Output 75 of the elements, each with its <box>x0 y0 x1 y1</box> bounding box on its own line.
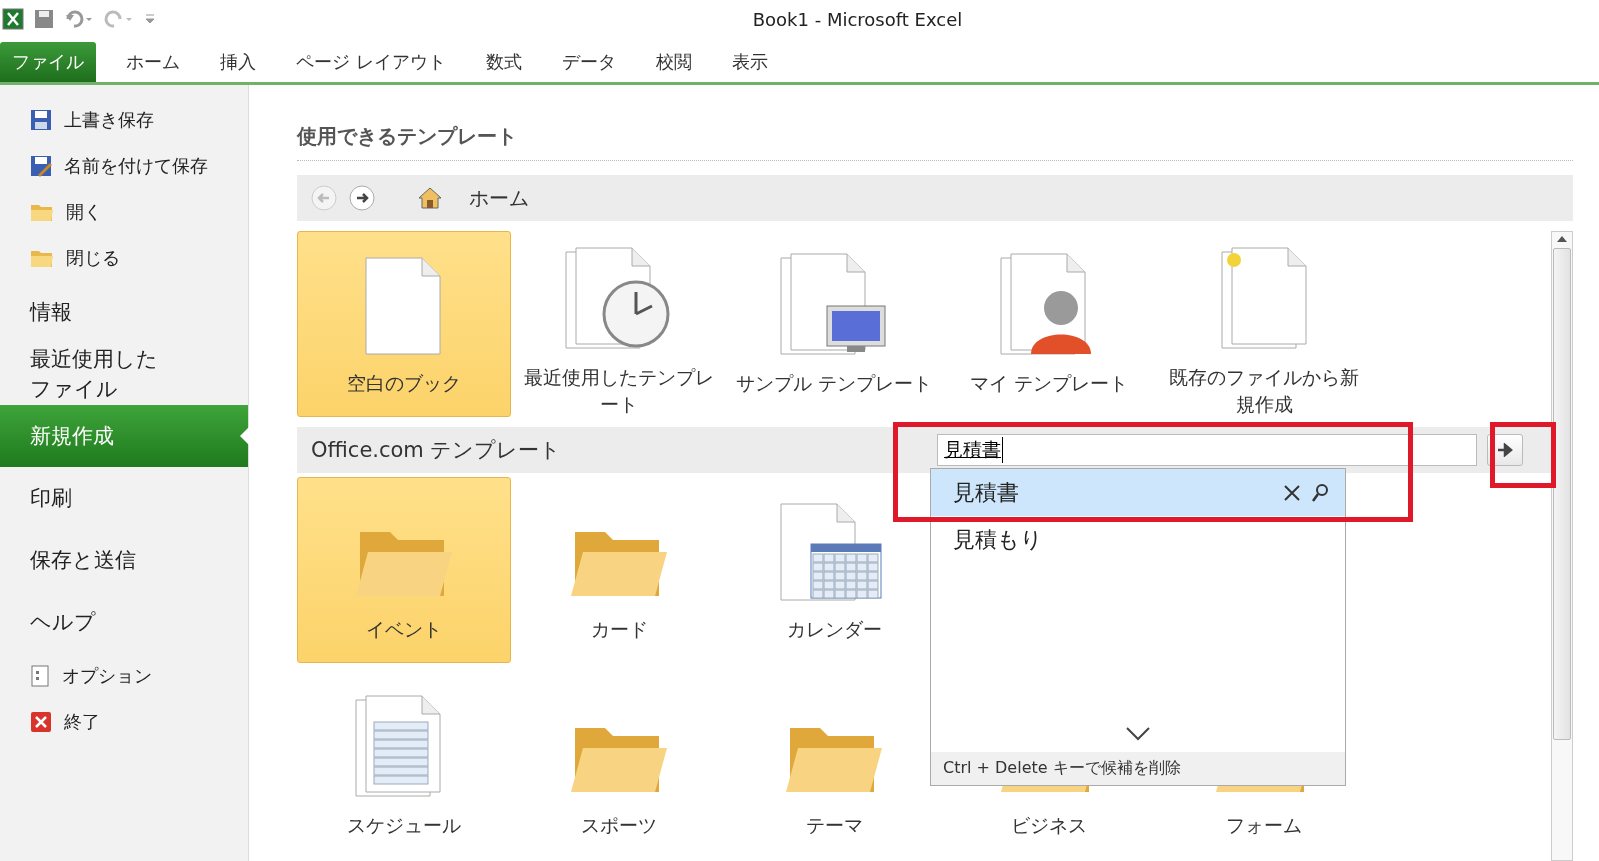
breadcrumb[interactable]: ホーム <box>469 184 529 212</box>
template-label: フォーム <box>1225 813 1303 838</box>
scroll-thumb[interactable] <box>1553 248 1571 740</box>
chevron-down-icon[interactable] <box>1125 726 1151 742</box>
template-label: 既存のファイルから新規作成 <box>1168 365 1360 417</box>
section-title: Office.com テンプレート <box>311 437 562 464</box>
menu-item[interactable]: 終了 <box>0 699 248 745</box>
template-label: カレンダー <box>785 617 883 642</box>
ribbon-tab[interactable]: ページ レイアウト <box>276 42 466 82</box>
menu-item[interactable]: 印刷 <box>0 467 248 529</box>
template-label: スポーツ <box>580 813 658 838</box>
suggestion-hint: Ctrl + Delete キーで候補を削除 <box>931 752 1345 785</box>
menu-item[interactable]: オプション <box>0 653 248 699</box>
ribbon-tab[interactable]: 校閲 <box>635 42 712 82</box>
menu-label: 閉じる <box>66 246 120 270</box>
template-tile[interactable]: 最近使用したテンプレート <box>512 231 726 417</box>
save-icon <box>30 109 52 131</box>
template-tile[interactable]: マイ テンプレート <box>942 231 1156 417</box>
template-label: イベント <box>365 617 443 642</box>
ribbon-tab[interactable]: ファイル <box>0 42 96 82</box>
template-label: スケジュール <box>346 813 462 838</box>
menu-item[interactable]: 保存と送信 <box>0 529 248 591</box>
ribbon-tab[interactable]: ホーム <box>106 42 200 82</box>
save-icon <box>34 9 54 29</box>
forward-icon[interactable] <box>349 185 375 211</box>
search-icon[interactable] <box>1311 482 1329 503</box>
menu-label: 開く <box>66 200 102 224</box>
menu-item[interactable]: ヘルプ <box>0 591 248 653</box>
section-heading: 使用できるテンプレート <box>297 123 1573 161</box>
save-as-icon <box>30 155 52 177</box>
menu-item[interactable]: 閉じる <box>0 235 248 281</box>
menu-label: 終了 <box>64 710 100 734</box>
template-tile[interactable]: イベント <box>297 477 511 663</box>
close-icon[interactable] <box>1283 483 1301 502</box>
menu-item[interactable]: 上書き保存 <box>0 97 248 143</box>
menu-label: 名前を付けて保存 <box>64 154 208 178</box>
close-icon <box>30 711 52 733</box>
document-monitor-icon <box>779 252 889 356</box>
menu-item[interactable]: 情報 <box>0 281 248 343</box>
template-label: 最近使用したテンプレート <box>523 365 715 417</box>
menu-label: オプション <box>62 664 152 688</box>
template-label: サンプル テンプレート <box>734 371 933 396</box>
template-tile[interactable]: 空白のブック <box>297 231 511 417</box>
template-tile[interactable]: スポーツ <box>512 673 726 859</box>
ribbon-tab[interactable]: 挿入 <box>200 42 276 82</box>
template-tile[interactable]: サンプル テンプレート <box>727 231 941 417</box>
highlight-frame <box>1490 422 1556 488</box>
search-field[interactable]: 見積書 <box>937 434 1477 466</box>
template-tile[interactable]: スケジュール <box>297 673 511 859</box>
ribbon-tab[interactable]: データ <box>541 42 636 82</box>
folder-icon <box>30 248 54 268</box>
window-title: Book1 - Microsoft Excel <box>752 8 963 30</box>
menu-item[interactable]: 名前を付けて保存 <box>0 143 248 189</box>
menu-item[interactable]: 新規作成 <box>0 405 248 467</box>
template-tile[interactable]: カード <box>512 477 726 663</box>
menu-label: 上書き保存 <box>64 108 154 132</box>
template-label: 空白のブック <box>346 371 462 396</box>
menu-item[interactable]: 最近使用したファイル <box>0 343 248 405</box>
suggestion-item[interactable]: 見積書 <box>931 469 1345 516</box>
template-label: テーマ <box>804 813 864 838</box>
redo-icon <box>104 9 134 29</box>
menu-item[interactable]: 開く <box>0 189 248 235</box>
home-icon[interactable] <box>417 186 443 210</box>
template-tile[interactable]: 既存のファイルから新規作成 <box>1157 231 1371 417</box>
template-label: ビジネス <box>1010 813 1088 838</box>
document-icon <box>364 256 444 356</box>
arrow-right-icon <box>1497 443 1513 457</box>
options-icon <box>30 665 50 687</box>
scrollbar[interactable] <box>1551 231 1573 861</box>
ribbon-tab[interactable]: 数式 <box>465 42 542 82</box>
template-label: マイ テンプレート <box>968 371 1129 396</box>
ribbon-tab[interactable]: 表示 <box>711 42 788 82</box>
template-label: カード <box>589 617 649 642</box>
folder-icon <box>30 202 54 222</box>
undo-icon <box>64 9 94 29</box>
